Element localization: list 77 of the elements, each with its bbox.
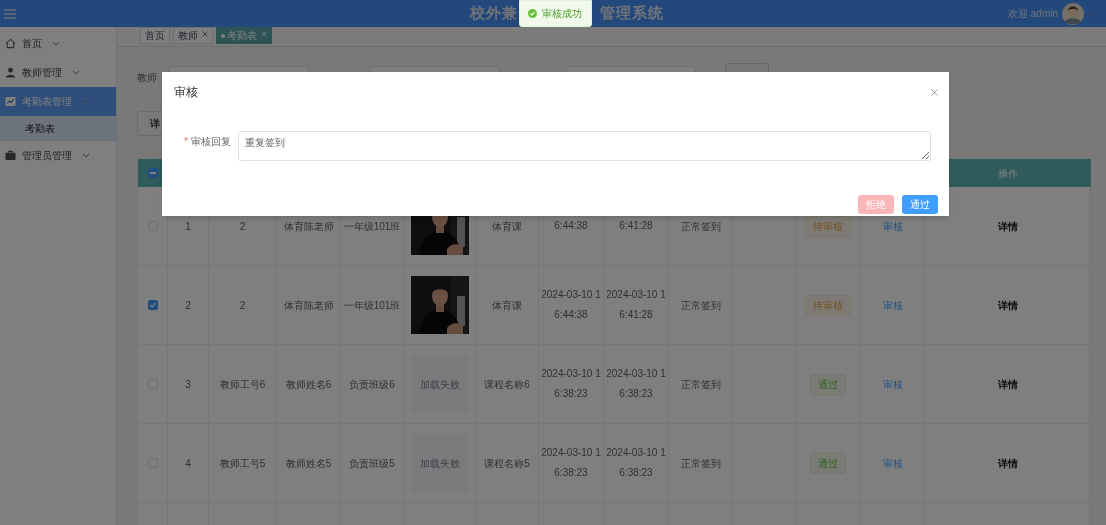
review-link[interactable]: 审核 bbox=[882, 297, 903, 313]
home-icon bbox=[5, 38, 16, 49]
chevron-down-icon bbox=[72, 70, 80, 75]
table-cell-text: 2024-03-10 16:44:38 bbox=[541, 288, 601, 322]
success-icon bbox=[528, 9, 537, 18]
sidebar-item[interactable]: 管理员管理 bbox=[0, 141, 116, 170]
table-cell-text: 2 bbox=[239, 298, 246, 313]
detail-link[interactable]: 详情 bbox=[998, 376, 1018, 392]
review-link[interactable]: 审核 bbox=[882, 218, 903, 234]
table-cell-text: 3 bbox=[185, 377, 191, 392]
avatar-icon[interactable] bbox=[1062, 2, 1084, 25]
welcome-text: 欢迎 admin bbox=[1008, 7, 1058, 21]
table-cell-text: 负责班级6 bbox=[349, 377, 395, 392]
sidebar-item[interactable]: 教师管理 bbox=[0, 58, 116, 87]
table-cell-text: 教师工号6 bbox=[219, 377, 266, 392]
table-cell-text: 体育课 bbox=[492, 219, 522, 234]
table-cell-text: 1 bbox=[185, 219, 191, 234]
field-label: 审核回复 bbox=[191, 135, 231, 149]
page-tab[interactable]: 教师 bbox=[173, 27, 213, 44]
checkbox[interactable] bbox=[147, 300, 158, 310]
user-icon bbox=[5, 67, 16, 78]
table-cell-text: 体育课 bbox=[492, 298, 522, 313]
table-cell-text: 2024-03-10 16:41:28 bbox=[606, 288, 666, 322]
sidebar-item[interactable]: 首页 bbox=[0, 29, 116, 58]
table-cell-text: 教师姓名6 bbox=[285, 377, 332, 392]
reply-field[interactable]: 重复签到 bbox=[238, 131, 931, 161]
chevron-down-icon bbox=[82, 153, 90, 158]
table-cell-text: 2 bbox=[239, 219, 246, 234]
toast-message: 审核成功 bbox=[519, 0, 592, 27]
table-cell-text: 教师工号5 bbox=[219, 456, 266, 471]
status-tag: 待审核 bbox=[805, 294, 851, 316]
review-link[interactable]: 审核 bbox=[882, 455, 903, 471]
checkbox[interactable] bbox=[147, 168, 158, 178]
column-header: 操作 bbox=[997, 166, 1018, 181]
table-cell-text: 2024-03-10 16:38:23 bbox=[541, 446, 601, 480]
table-cell-text: 负责班级5 bbox=[349, 456, 395, 471]
table-cell-text: 正常签到 bbox=[680, 298, 721, 313]
chart-icon bbox=[5, 96, 16, 107]
filter-label: 教师 bbox=[137, 70, 157, 85]
table-cell-text: 教师姓名5 bbox=[285, 456, 332, 471]
status-tag: 通过 bbox=[810, 452, 846, 474]
detail-link[interactable]: 详情 bbox=[998, 455, 1018, 471]
table-cell-text: 2024-03-10 16:38:23 bbox=[541, 367, 601, 401]
detail-link[interactable]: 详情 bbox=[998, 297, 1018, 313]
app-title: 校外兼 bbox=[470, 3, 518, 24]
chevron-up-icon bbox=[82, 99, 90, 104]
table-cell-text: 2 bbox=[185, 298, 191, 313]
close-icon[interactable] bbox=[931, 88, 938, 96]
table-cell-text: 课程名称6 bbox=[484, 377, 530, 392]
table-cell-text: 正常签到 bbox=[680, 377, 721, 392]
table-cell-text: 课程名称5 bbox=[484, 456, 530, 471]
close-icon[interactable] bbox=[202, 30, 208, 37]
status-tag: 通过 bbox=[810, 373, 846, 395]
table-cell-text: 正常签到 bbox=[680, 456, 721, 471]
table-cell-text: 6:41:28 bbox=[618, 219, 654, 233]
table-cell-text: 2024-03-10 16:38:23 bbox=[606, 367, 666, 401]
app-title: 管理系统 bbox=[600, 3, 664, 24]
sidebar-subitem[interactable]: 考勤表 bbox=[0, 116, 116, 141]
status-tag: 待审核 bbox=[805, 215, 851, 237]
review-link[interactable]: 审核 bbox=[882, 376, 903, 392]
table-cell-text: 体育陈老师 bbox=[283, 219, 334, 234]
page-tab[interactable]: 考勤表 bbox=[216, 27, 272, 44]
detail-link[interactable]: 详情 bbox=[998, 218, 1018, 234]
sidebar-item[interactable]: 考勤表管理 bbox=[0, 87, 116, 116]
table-cell-text: 正常签到 bbox=[680, 219, 721, 234]
table-cell-text: 6:44:38 bbox=[553, 219, 589, 233]
table-cell-text: 4 bbox=[185, 456, 191, 471]
required-asterisk: * bbox=[184, 135, 188, 149]
table-cell-text: 体育陈老师 bbox=[283, 298, 334, 313]
chevron-down-icon bbox=[1088, 11, 1096, 16]
menu-icon[interactable] bbox=[4, 8, 16, 19]
page-tab[interactable]: 首页 bbox=[140, 27, 170, 44]
dialog-title: 审核 bbox=[174, 84, 198, 101]
approve-button[interactable]: 通过 bbox=[902, 195, 938, 214]
briefcase-icon bbox=[5, 150, 16, 161]
table-cell-text: 2024-03-10 16:38:23 bbox=[606, 446, 666, 480]
chevron-down-icon bbox=[52, 41, 60, 46]
